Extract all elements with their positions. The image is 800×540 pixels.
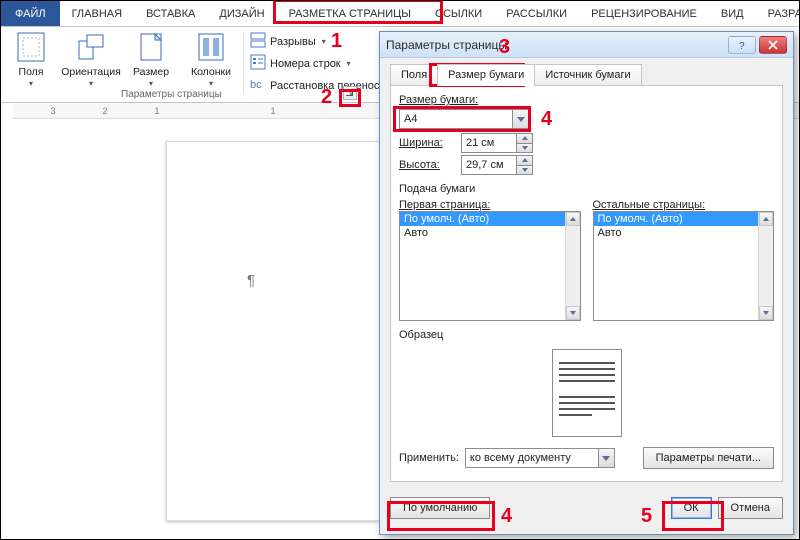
spinner-buttons[interactable] [516, 134, 532, 152]
chevron-down-icon: ▾ [322, 37, 326, 46]
cancel-button[interactable]: Отмена [718, 497, 783, 519]
svg-text:bc: bc [250, 79, 262, 91]
scrollbar[interactable] [758, 212, 773, 320]
paper-size-combo[interactable]: A4 [399, 109, 529, 129]
ok-button[interactable]: ОК [671, 497, 712, 519]
list-item[interactable]: Авто [594, 226, 774, 240]
columns-icon [195, 31, 227, 66]
tab-view[interactable]: ВИД [709, 1, 756, 26]
height-label: Высота: [399, 159, 455, 171]
chevron-down-icon: ▾ [29, 79, 33, 88]
height-spinner[interactable]: 29,7 см [461, 155, 533, 175]
list-item[interactable]: По умолч. (Авто) [400, 212, 580, 226]
tab-page-layout[interactable]: РАЗМЕТКА СТРАНИЦЫ [277, 1, 423, 26]
spinner-buttons[interactable] [516, 156, 532, 174]
paper-size-label: Размер бумаги: [399, 94, 768, 106]
first-page-label: Первая страница: [399, 199, 575, 211]
dialog-tabs: Поля Размер бумаги Источник бумаги [390, 64, 783, 86]
margins-button[interactable]: Поля ▾ [1, 27, 61, 88]
dialog-tab-margins[interactable]: Поля [390, 64, 438, 86]
breaks-icon [250, 32, 266, 51]
orientation-icon [75, 31, 107, 66]
chevron-down-icon: ▾ [149, 79, 153, 88]
size-icon [135, 31, 167, 66]
paper-feed-label: Подача бумаги [399, 183, 774, 195]
chevron-down-icon: ▾ [347, 59, 351, 68]
scrollbar[interactable] [565, 212, 580, 320]
set-default-button[interactable]: По умолчанию [390, 497, 490, 519]
ribbon-tabs: ФАЙЛ ГЛАВНАЯ ВСТАВКА ДИЗАЙН РАЗМЕТКА СТР… [1, 1, 799, 27]
chevron-down-icon: ▾ [209, 79, 213, 88]
tab-review[interactable]: РЕЦЕНЗИРОВАНИЕ [579, 1, 709, 26]
orientation-button[interactable]: Ориентация ▾ [61, 27, 121, 88]
dialog-close-button[interactable] [759, 36, 787, 54]
list-item[interactable]: По умолч. (Авто) [594, 212, 774, 226]
size-button[interactable]: Размер ▾ [121, 27, 181, 88]
chevron-down-icon [598, 449, 614, 467]
width-spinner[interactable]: 21 см [461, 133, 533, 153]
tab-developer-partial[interactable]: РАЗРА [756, 1, 800, 26]
pilcrow-mark: ¶ [247, 272, 255, 289]
preview-thumbnail [552, 349, 622, 437]
tab-design[interactable]: ДИЗАЙН [207, 1, 276, 26]
tab-file[interactable]: ФАЙЛ [1, 1, 60, 26]
dialog-help-button[interactable]: ? [728, 36, 756, 54]
other-pages-label: Остальные страницы: [593, 199, 769, 211]
page-setup-dialog: Параметры страницы ? Поля Размер бумаги … [379, 31, 794, 535]
chevron-down-icon [512, 110, 528, 128]
print-options-button[interactable]: Параметры печати... [643, 447, 774, 469]
dialog-tab-paper[interactable]: Размер бумаги [437, 64, 535, 86]
tab-references[interactable]: ССЫЛКИ [423, 1, 494, 26]
hyphenation-icon: bc [250, 76, 266, 95]
page-setup-launcher[interactable] [343, 86, 357, 100]
svg-text:?: ? [739, 41, 745, 50]
apply-to-combo[interactable]: ко всему документу [465, 448, 615, 468]
line-numbers-icon [250, 54, 266, 73]
app-window: ФАЙЛ ГЛАВНАЯ ВСТАВКА ДИЗАЙН РАЗМЕТКА СТР… [0, 0, 800, 540]
tab-home[interactable]: ГЛАВНАЯ [60, 1, 134, 26]
ribbon-group-label: Параметры страницы [121, 89, 222, 100]
first-page-list[interactable]: По умолч. (Авто) Авто [399, 211, 581, 321]
margins-icon [15, 31, 47, 66]
tab-insert[interactable]: ВСТАВКА [134, 1, 207, 26]
list-item[interactable]: Авто [400, 226, 580, 240]
dialog-tab-source[interactable]: Источник бумаги [534, 64, 641, 86]
preview-label: Образец [399, 329, 774, 341]
dialog-titlebar[interactable]: Параметры страницы ? [380, 32, 793, 58]
width-label: Ширина: [399, 137, 455, 149]
dialog-title: Параметры страницы [386, 38, 725, 52]
tab-mailings[interactable]: РАССЫЛКИ [494, 1, 579, 26]
columns-button[interactable]: Колонки ▾ [181, 27, 241, 88]
other-pages-list[interactable]: По умолч. (Авто) Авто [593, 211, 775, 321]
apply-to-label: Применить: [399, 452, 459, 464]
ribbon-separator [243, 33, 244, 93]
chevron-down-icon: ▾ [89, 79, 93, 88]
